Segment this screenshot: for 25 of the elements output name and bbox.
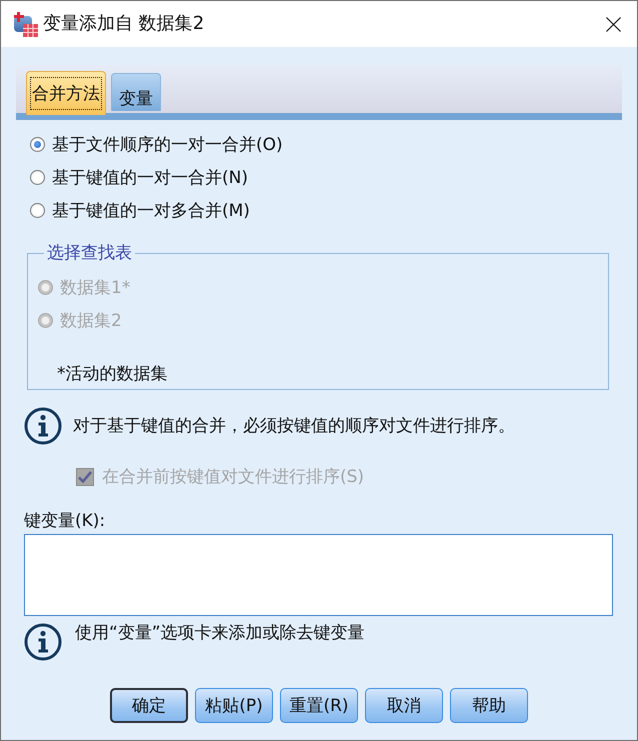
radio-button[interactable] bbox=[30, 170, 45, 185]
dialog-button[interactable]: 确定 bbox=[110, 688, 188, 723]
key-variable-list[interactable] bbox=[24, 534, 613, 616]
dialog-button[interactable]: 重置(R) bbox=[280, 688, 358, 723]
tab[interactable]: 合并方法 bbox=[26, 71, 106, 115]
info-text: 使用“变量”选项卡来添加或除去键变量 bbox=[75, 623, 365, 643]
radio-label[interactable]: 基于文件顺序的一对一合并(O) bbox=[52, 134, 283, 154]
radio-label[interactable]: 基于键值的一对一合并(N) bbox=[52, 168, 248, 188]
table-plus-icon bbox=[14, 12, 38, 36]
group-title: 选择查找表 bbox=[46, 243, 133, 263]
window-title: 变量添加自 数据集2 bbox=[43, 13, 204, 35]
radio-button[interactable] bbox=[30, 137, 45, 152]
dialog-button[interactable]: 粘贴(P) bbox=[195, 688, 273, 723]
radio-button[interactable] bbox=[30, 203, 45, 218]
info-icon bbox=[24, 623, 62, 661]
dialog-button[interactable]: 取消 bbox=[365, 688, 443, 723]
radio-label[interactable]: 基于键值的一对多合并(M) bbox=[52, 200, 250, 220]
footnote-text: *活动的数据集 bbox=[57, 364, 168, 384]
dialog-button[interactable]: 帮助 bbox=[450, 688, 528, 723]
close-icon bbox=[606, 16, 620, 32]
info-icon bbox=[24, 407, 62, 445]
check-icon bbox=[78, 471, 92, 483]
tab[interactable]: 变量 bbox=[111, 73, 161, 111]
info-text: 对于基于键值的合并，必须按键值的顺序对文件进行排序。 bbox=[73, 416, 515, 436]
field-label: 键变量(K): bbox=[24, 511, 106, 531]
